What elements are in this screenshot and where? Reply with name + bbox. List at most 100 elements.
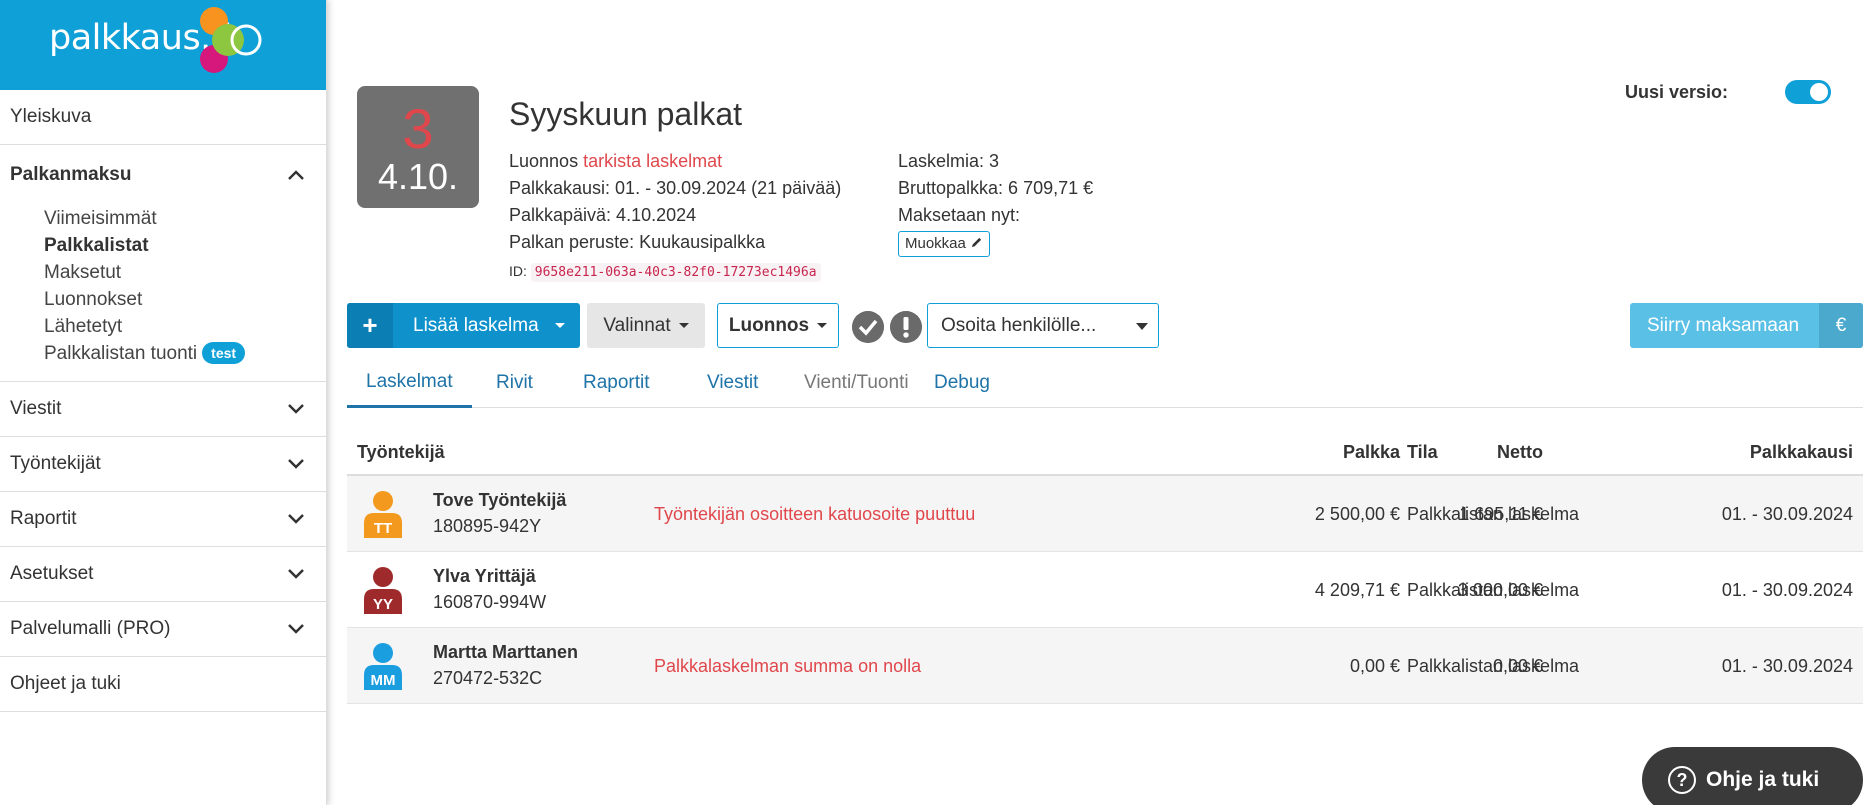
person-avatar-icon: TT	[364, 491, 402, 538]
period-line: Palkkakausi: 01. - 30.09.2024 (21 päivää…	[509, 178, 842, 198]
assign-person-select[interactable]: Osoita henkilölle...	[927, 303, 1159, 348]
col-status[interactable]: Tila	[1407, 442, 1438, 463]
col-period[interactable]: Palkkakausi	[1750, 442, 1853, 463]
go-to-payment-button[interactable]: Siirry maksamaan €	[1630, 303, 1863, 348]
sidebar: palkkaus.fi Yleiskuva Palkanmaksu Viimei…	[0, 0, 327, 805]
person-avatar-icon: YY	[364, 567, 402, 614]
payday-box: 3 4.10.	[357, 86, 479, 208]
chevron-down-icon	[288, 514, 304, 524]
col-employee[interactable]: Työntekijä	[357, 442, 445, 463]
help-support-button[interactable]: ? Ohje ja tuki	[1642, 747, 1863, 805]
employee-name[interactable]: Tove Työntekijä	[433, 490, 566, 511]
id-label: ID:	[509, 263, 527, 279]
nav-service-model-label: Palvelumalli (PRO)	[10, 618, 171, 639]
logo-bar[interactable]: palkkaus.fi	[0, 0, 326, 90]
nav-sub-latest[interactable]: Viimeisimmät	[0, 205, 326, 232]
nav-payroll[interactable]: Palkanmaksu	[0, 145, 326, 205]
euro-icon: €	[1819, 303, 1863, 348]
check-circle-icon[interactable]	[852, 311, 884, 343]
status-cell: Palkkalistan laskelma	[1407, 580, 1580, 600]
caret-down-icon	[678, 323, 689, 328]
nav-reports[interactable]: Raportit	[0, 492, 326, 547]
nav-overview[interactable]: Yleiskuva	[0, 90, 326, 145]
assign-person-placeholder: Osoita henkilölle...	[941, 314, 1097, 336]
avatar-initials: YY	[373, 596, 393, 613]
page-title: Syyskuun palkat	[509, 96, 743, 132]
employee-name[interactable]: Martta Marttanen	[433, 642, 578, 663]
status-cell: Palkkalistan laskelma	[1407, 504, 1580, 524]
tab-reports[interactable]: Raportit	[564, 358, 669, 408]
draft-status-button[interactable]: Luonnos	[717, 303, 839, 348]
main-content: 3 4.10. Syyskuun palkat Luonnos tarkista…	[347, 0, 1863, 805]
col-salary[interactable]: Palkka	[1343, 442, 1400, 463]
avatar-initials: MM	[371, 672, 396, 689]
nav-sub-import[interactable]: Palkkalistan tuonti test	[0, 340, 326, 367]
chevron-up-icon	[288, 170, 304, 180]
chevron-down-icon	[288, 404, 304, 414]
salary-cell: 4 209,71 €	[1314, 580, 1400, 600]
chevron-down-icon	[288, 624, 304, 634]
chevron-down-icon	[288, 569, 304, 579]
tab-bar: Laskelmat Rivit Raportit Viestit Vienti/…	[347, 358, 1863, 408]
paid-now: Maksetaan nyt:	[898, 205, 1021, 225]
status-cell: Palkkalistan laskelma	[1407, 656, 1580, 676]
plus-icon: +	[347, 303, 393, 348]
exclamation-circle-icon[interactable]	[890, 311, 922, 343]
period-cell: 01. - 30.09.2024	[1721, 504, 1853, 524]
status-line: Luonnos tarkista laskelmat	[509, 148, 841, 175]
payroll-summary: Laskelmia: 3 Bruttopalkka: 6 709,71 € Ma…	[898, 148, 1093, 257]
period-cell: 01. - 30.09.2024	[1721, 580, 1853, 600]
employee-id: 270472-532C	[433, 668, 543, 688]
toolbar: + Lisää laskelma Valinnat Luonnos Osoita…	[347, 303, 1863, 349]
table-row[interactable]: YY Ylva Yrittäjä 160870-994W 4 209,71 € …	[347, 552, 1863, 628]
options-label: Valinnat	[603, 314, 671, 336]
pencil-icon	[971, 237, 982, 248]
edit-button[interactable]: Muokkaa	[898, 231, 991, 257]
nav-service-model[interactable]: Palvelumalli (PRO)	[0, 602, 326, 657]
col-net[interactable]: Netto	[1497, 442, 1543, 463]
draft-status-label: Luonnos	[728, 314, 810, 336]
nav-help[interactable]: Ohjeet ja tuki	[0, 657, 326, 712]
tab-debug[interactable]: Debug	[915, 358, 1009, 408]
nav-sub-payrolls[interactable]: Palkkalistat	[0, 232, 326, 259]
nav-messages-label: Viestit	[10, 398, 62, 419]
employee-id: 180895-942Y	[433, 516, 542, 536]
nav-sub-sent[interactable]: Lähetetyt	[0, 313, 326, 340]
tab-messages[interactable]: Viestit	[688, 358, 777, 408]
row-warning: Työntekijän osoitteen katuosoite puuttuu	[654, 504, 976, 524]
table-row[interactable]: TT Tove Työntekijä 180895-942Y Työntekij…	[347, 476, 1863, 552]
nav-sub-paid[interactable]: Maksetut	[0, 259, 326, 286]
employee-name[interactable]: Ylva Yrittäjä	[433, 566, 536, 587]
payroll-info: Luonnos tarkista laskelmat Palkkakausi: …	[509, 148, 841, 286]
avatar-initials: TT	[374, 520, 392, 537]
status-prefix: Luonnos	[509, 151, 579, 171]
nav-settings[interactable]: Asetukset	[0, 547, 326, 602]
add-calculation-button[interactable]: + Lisää laskelma	[347, 303, 580, 348]
period-cell: 01. - 30.09.2024	[1721, 656, 1853, 676]
id-value: 9658e211-063a-40c3-82f0-17273ec1496a	[530, 263, 821, 282]
salary-cell: 2 500,00 €	[1314, 504, 1400, 524]
status-warning-link[interactable]: tarkista laskelmat	[583, 151, 722, 171]
nav-employees[interactable]: Työntekijät	[0, 437, 326, 492]
table-row[interactable]: MM Martta Marttanen 270472-532C Palkkala…	[347, 628, 1863, 704]
nav-sub-import-label: Palkkalistan tuonti	[44, 343, 198, 364]
nav-messages[interactable]: Viestit	[0, 382, 326, 437]
go-to-payment-label: Siirry maksamaan	[1647, 314, 1800, 336]
dropdown-arrow-icon	[1136, 323, 1148, 330]
tab-calculations[interactable]: Laskelmat	[347, 358, 472, 408]
calculations-table: Työntekijä Palkka Netto Tila Palkkakausi…	[347, 428, 1863, 704]
id-line: ID: 9658e211-063a-40c3-82f0-17273ec1496a	[509, 258, 841, 286]
calc-count: Laskelmia: 3	[898, 151, 1000, 171]
options-button[interactable]: Valinnat	[587, 303, 705, 348]
help-support-label: Ohje ja tuki	[1706, 768, 1820, 791]
salary-cell: 0,00 €	[1349, 656, 1400, 676]
new-version-toggle[interactable]	[1785, 80, 1831, 104]
nav-sub-drafts[interactable]: Luonnokset	[0, 286, 326, 313]
payday-line: Palkkapäivä: 4.10.2024	[509, 205, 697, 225]
tab-rows[interactable]: Rivit	[477, 358, 552, 408]
nav-employees-label: Työntekijät	[10, 453, 101, 474]
chevron-down-icon	[288, 459, 304, 469]
new-version-label: Uusi versio:	[1625, 82, 1729, 102]
tab-export-import[interactable]: Vienti/Tuonti	[785, 358, 928, 408]
nav-group-payroll: Palkanmaksu Viimeisimmät Palkkalistat Ma…	[0, 145, 326, 382]
